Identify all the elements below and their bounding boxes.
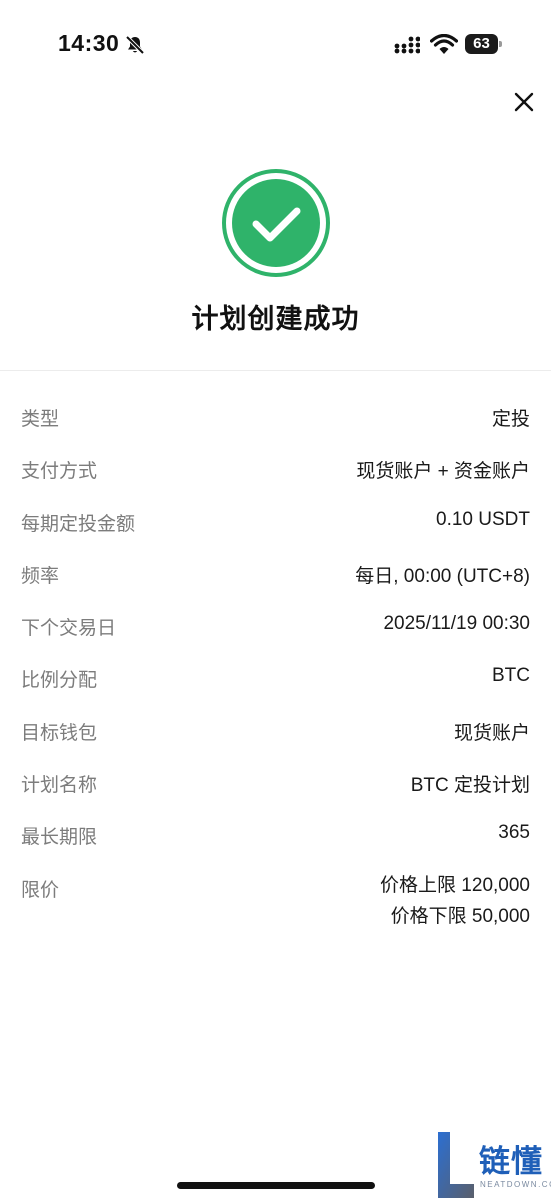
detail-row-type: 类型 定投 — [0, 392, 551, 444]
detail-label: 比例分配 — [21, 670, 98, 692]
detail-value: 365 — [498, 822, 530, 844]
detail-value-group: 价格上限 120,000 价格下限 50,000 — [380, 870, 530, 932]
detail-row-frequency: 频率 每日, 00:00 (UTC+8) — [0, 549, 551, 601]
plan-details: 类型 定投 支付方式 现货账户 + 资金账户 每期定投金额 0.10 USDT … — [0, 392, 551, 927]
watermark-text: 链懂 — [479, 1144, 543, 1179]
detail-label: 下个交易日 — [21, 618, 117, 640]
divider — [0, 370, 551, 371]
page-title: 计划创建成功 — [191, 304, 360, 334]
price-lower-limit: 价格下限 50,000 — [390, 905, 530, 927]
cellular-signal-icon — [394, 36, 420, 54]
price-upper-limit: 价格上限 120,000 — [380, 874, 530, 896]
close-icon[interactable] — [509, 87, 539, 117]
detail-value: 每日, 00:00 (UTC+8) — [355, 565, 530, 587]
detail-label: 限价 — [21, 879, 60, 901]
status-time: 14:30 — [58, 30, 120, 56]
watermark-logo-icon — [438, 1132, 474, 1198]
bell-slash-icon — [125, 35, 145, 55]
detail-label: 最长期限 — [21, 827, 98, 849]
detail-row-allocation: 比例分配 BTC — [0, 653, 551, 705]
detail-value: 现货账户 — [453, 722, 530, 744]
detail-value: BTC 定投计划 — [410, 775, 530, 797]
detail-row-price-limit: 限价 价格上限 120,000 价格下限 50,000 — [0, 863, 551, 927]
detail-row-target-wallet: 目标钱包 现货账户 — [0, 706, 551, 758]
detail-label: 目标钱包 — [21, 722, 98, 744]
detail-value: BTC — [492, 665, 530, 687]
battery-level: 63 — [465, 34, 498, 54]
detail-row-amount: 每期定投金额 0.10 USDT — [0, 497, 551, 549]
detail-label: 频率 — [21, 565, 60, 587]
detail-value: 定投 — [491, 409, 530, 430]
home-indicator — [177, 1182, 375, 1189]
wifi-icon — [430, 34, 458, 54]
watermark-subtext: NEATDOWN.COM — [480, 1180, 551, 1189]
detail-row-plan-name: 计划名称 BTC 定投计划 — [0, 758, 551, 810]
status-bar: 14:30 63 — [0, 0, 551, 90]
detail-label: 每期定投金额 — [21, 513, 136, 535]
detail-value: 现货账户 + 资金账户 — [356, 461, 530, 483]
detail-value: 0.10 USDT — [436, 508, 530, 530]
detail-row-payment-method: 支付方式 现货账户 + 资金账户 — [0, 444, 551, 496]
detail-label: 类型 — [21, 409, 60, 430]
detail-value: 2025/11/19 00:30 — [383, 613, 530, 635]
battery-tip — [499, 41, 502, 47]
battery-icon: 63 — [465, 34, 503, 54]
detail-row-next-trade-date: 下个交易日 2025/11/19 00:30 — [0, 601, 551, 653]
detail-label: 支付方式 — [21, 461, 98, 483]
detail-label: 计划名称 — [21, 775, 98, 797]
check-circle-icon — [222, 169, 330, 277]
watermark: 链懂 NEATDOWN.COM — [436, 1130, 551, 1200]
detail-row-max-duration: 最长期限 365 — [0, 810, 551, 862]
